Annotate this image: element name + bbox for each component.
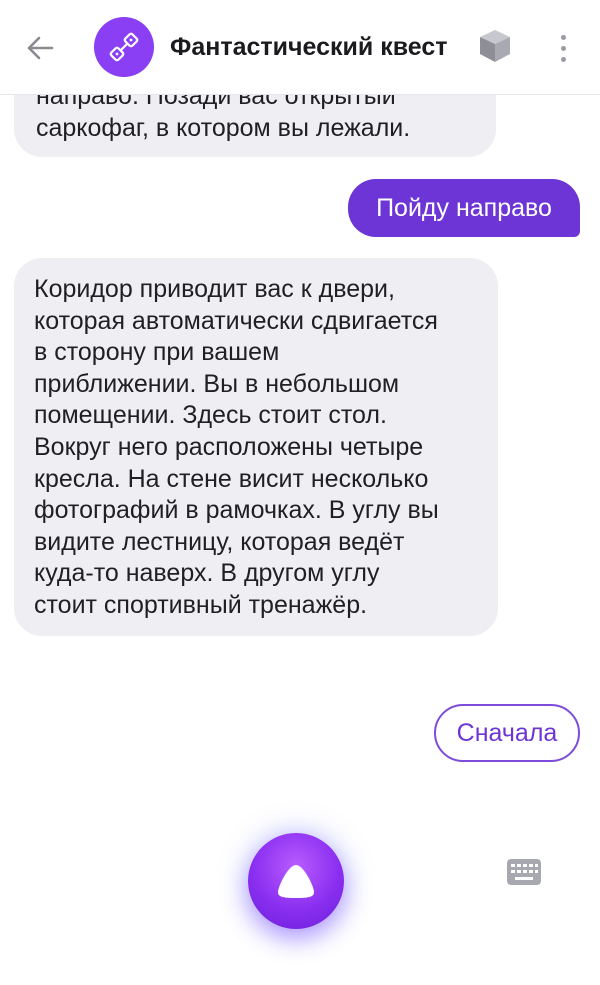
chat-screen: направо. Позади вас открытый саркофаг, в… bbox=[0, 0, 600, 985]
message-line: видите лестницу, которая ведёт bbox=[34, 527, 405, 556]
message-line: направо. Позади вас открытый bbox=[36, 95, 396, 110]
alice-message-partial: направо. Позади вас открытый саркофаг, в… bbox=[14, 95, 496, 157]
message-line: которая автоматически сдвигается bbox=[34, 306, 438, 335]
alice-voice-icon bbox=[278, 865, 314, 898]
more-menu-button[interactable] bbox=[548, 28, 578, 68]
message-line: кресла. На стене висит несколько bbox=[34, 464, 429, 493]
header-bar: Фантастический квест bbox=[0, 0, 600, 95]
vertical-dots-icon bbox=[560, 34, 566, 40]
message-line: куда-то наверх. В другом углу bbox=[34, 559, 380, 588]
keyboard-icon bbox=[507, 859, 541, 885]
message-line: саркофаг, в котором вы лежали. bbox=[36, 113, 411, 142]
message-line: фотографий в рамочках. В углу вы bbox=[34, 496, 439, 525]
suggestion-button-restart[interactable]: Сначала bbox=[434, 704, 580, 762]
arrow-left-icon bbox=[27, 36, 54, 60]
message-line: в сторону при вашем bbox=[34, 338, 280, 367]
skill-avatar[interactable] bbox=[94, 17, 154, 77]
skill-title: Фантастический квест bbox=[170, 33, 448, 61]
voice-assistant-button[interactable] bbox=[248, 833, 344, 929]
user-message: Пойду направо bbox=[348, 179, 580, 237]
message-line: Коридор приводит вас к двери, bbox=[34, 275, 395, 303]
vertical-dots-icon bbox=[560, 56, 566, 62]
dice-link-icon bbox=[109, 32, 139, 62]
cube-button[interactable] bbox=[473, 26, 517, 66]
keyboard-button[interactable] bbox=[506, 858, 542, 886]
message-line: приближении. Вы в небольшом bbox=[34, 369, 400, 398]
back-button[interactable] bbox=[20, 28, 60, 68]
message-line: помещении. Здесь стоит стол. bbox=[34, 401, 387, 430]
message-line: Вокруг него расположены четыре bbox=[34, 432, 424, 461]
vertical-dots-icon bbox=[560, 45, 566, 51]
message-line: стоит спортивный тренажёр. bbox=[34, 590, 368, 619]
cube-icon bbox=[480, 30, 510, 62]
alice-message: Коридор приводит вас к двери, которая ав… bbox=[14, 258, 498, 636]
